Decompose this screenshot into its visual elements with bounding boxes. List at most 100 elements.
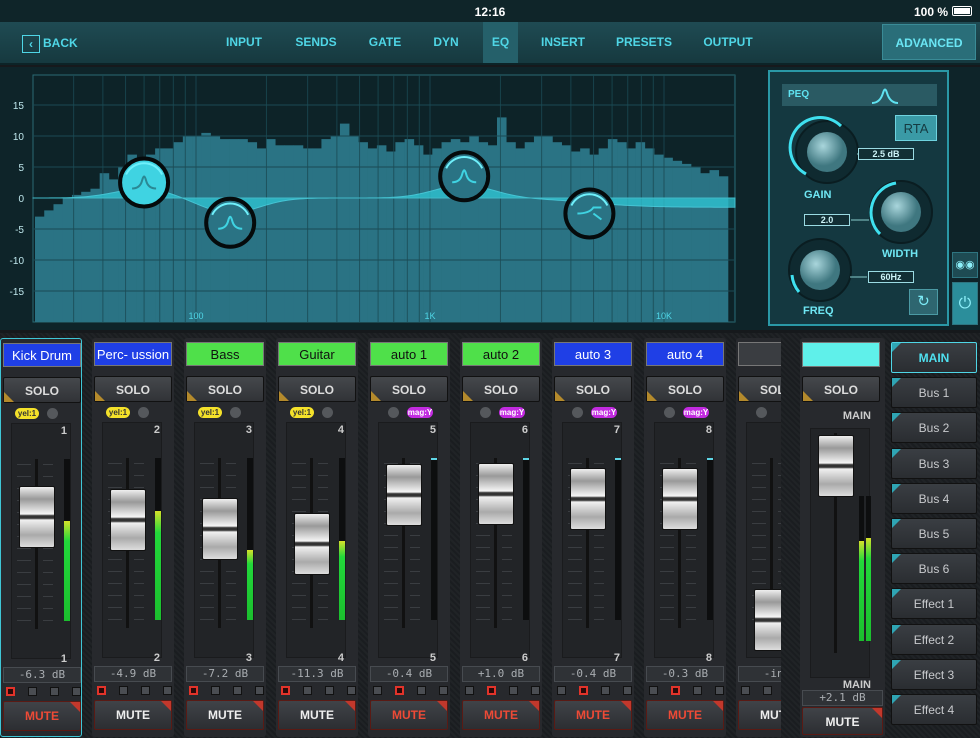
fader-db-readout[interactable]: -0.4 dB xyxy=(554,666,632,682)
channel-name[interactable]: auto 4 xyxy=(646,342,724,366)
route-toggle[interactable] xyxy=(163,686,172,695)
route-toggle[interactable] xyxy=(579,686,588,695)
gain-knob[interactable] xyxy=(788,116,859,184)
solo-button[interactable]: SOLO xyxy=(278,376,356,402)
solo-button[interactable]: SOLO xyxy=(554,376,632,402)
mute-button[interactable]: MUTE xyxy=(3,701,81,731)
channel-name[interactable]: auto 1 xyxy=(370,342,448,366)
route-toggle[interactable] xyxy=(141,686,150,695)
eq-power-button[interactable]: ⏻ xyxy=(952,282,978,325)
route-toggle[interactable] xyxy=(119,686,128,695)
fader-db-readout[interactable]: -0.4 dB xyxy=(370,666,448,682)
channel-name[interactable] xyxy=(738,342,781,366)
width-knob[interactable] xyxy=(869,180,933,244)
route-toggle[interactable] xyxy=(715,686,724,695)
fader-db-readout[interactable]: -0.3 dB xyxy=(646,666,724,682)
mute-button[interactable]: MUTE xyxy=(186,700,264,730)
bus-button-effect-1[interactable]: Effect 1 xyxy=(891,588,977,620)
route-toggle[interactable] xyxy=(347,686,356,695)
bus-button-bus-3[interactable]: Bus 3 xyxy=(891,447,977,479)
route-toggle[interactable] xyxy=(487,686,496,695)
route-toggle[interactable] xyxy=(601,686,610,695)
reset-button[interactable]: ↻ xyxy=(909,289,938,315)
solo-button[interactable]: SOLO xyxy=(646,376,724,402)
tab-output[interactable]: OUTPUT xyxy=(691,22,765,63)
fader-db-readout[interactable]: +1.0 dB xyxy=(462,666,540,682)
route-toggle[interactable] xyxy=(97,686,106,695)
tab-sends[interactable]: SENDS xyxy=(284,22,349,63)
eq-band-node-4[interactable] xyxy=(563,187,616,240)
solo-button[interactable]: SOLO xyxy=(462,376,540,402)
route-toggle[interactable] xyxy=(373,686,382,695)
bus-button-bus-5[interactable]: Bus 5 xyxy=(891,518,977,549)
route-toggle[interactable] xyxy=(233,686,242,695)
fader-handle[interactable] xyxy=(662,467,698,530)
mute-button[interactable]: MUTE xyxy=(646,700,724,730)
route-toggle[interactable] xyxy=(281,686,290,695)
fader-handle[interactable] xyxy=(19,486,55,549)
mute-button[interactable]: MUTE xyxy=(554,700,632,730)
fader-handle[interactable] xyxy=(478,462,514,525)
solo-button[interactable]: SOLO xyxy=(370,376,448,402)
advanced-button[interactable]: ADVANCED xyxy=(882,24,976,60)
mute-button[interactable]: MUTE xyxy=(802,707,883,735)
route-toggle[interactable] xyxy=(693,686,702,695)
route-toggle[interactable] xyxy=(623,686,632,695)
mute-button[interactable]: MUTE xyxy=(370,700,448,730)
fader-handle[interactable] xyxy=(754,589,781,651)
channel-name[interactable]: Kick Drum xyxy=(3,343,81,367)
solo-button[interactable]: SOLO xyxy=(738,376,781,402)
tab-gate[interactable]: GATE xyxy=(357,22,413,63)
solo-button[interactable]: SOLO xyxy=(94,376,172,402)
fader-handle[interactable] xyxy=(386,464,422,527)
channel-name[interactable]: Guitar xyxy=(278,342,356,366)
tab-input[interactable]: INPUT xyxy=(212,22,277,63)
route-toggle[interactable] xyxy=(189,686,198,695)
route-toggle[interactable] xyxy=(741,686,750,695)
mute-button[interactable]: MUTE xyxy=(738,700,781,730)
bus-button-bus-6[interactable]: Bus 6 xyxy=(891,553,977,585)
fader-db-readout[interactable]: -6.3 dB xyxy=(3,667,81,683)
mute-button[interactable]: MUTE xyxy=(462,700,540,730)
channel-name[interactable]: auto 2 xyxy=(462,342,540,366)
route-toggle[interactable] xyxy=(509,686,518,695)
fader-handle[interactable] xyxy=(202,498,238,561)
solo-button[interactable]: SOLO xyxy=(186,376,264,402)
route-toggle[interactable] xyxy=(211,686,220,695)
solo-button[interactable]: SOLO xyxy=(3,377,81,403)
bus-button-bus-1[interactable]: Bus 1 xyxy=(891,377,977,409)
bus-button-effect-2[interactable]: Effect 2 xyxy=(891,623,977,655)
channel-scroll-area[interactable]: Kick Drum SOLO yel:1 1 1 -6.3 dB MUTE Perc- uss… xyxy=(0,333,781,738)
route-toggle[interactable] xyxy=(255,686,264,695)
eq-band-node-3[interactable] xyxy=(438,150,491,203)
main-name[interactable] xyxy=(802,342,880,367)
route-toggle[interactable] xyxy=(417,686,426,695)
fader-handle[interactable] xyxy=(570,467,606,530)
fader-handle[interactable] xyxy=(818,435,854,497)
bus-button-effect-3[interactable]: Effect 3 xyxy=(891,658,977,690)
freq-value[interactable]: 60Hz xyxy=(868,271,914,283)
route-toggle[interactable] xyxy=(763,686,772,695)
bus-button-bus-2[interactable]: Bus 2 xyxy=(891,412,977,444)
fader-db-readout[interactable]: -11.3 dB xyxy=(278,666,356,682)
bus-button-bus-4[interactable]: Bus 4 xyxy=(891,482,977,514)
tab-dyn[interactable]: DYN xyxy=(423,22,470,63)
freq-knob[interactable] xyxy=(788,238,852,302)
fader-db-readout[interactable]: -7.2 dB xyxy=(186,666,264,682)
route-toggle[interactable] xyxy=(395,686,404,695)
mute-button[interactable]: MUTE xyxy=(94,700,172,730)
fader-db-readout[interactable]: +2.1 dB xyxy=(802,690,883,706)
bus-button-effect-4[interactable]: Effect 4 xyxy=(891,694,977,725)
eq-band-node-2[interactable] xyxy=(204,196,257,249)
width-value[interactable]: 2.0 xyxy=(804,214,850,226)
channel-name[interactable]: Perc- ussion xyxy=(94,342,172,366)
solo-button[interactable]: SOLO xyxy=(802,376,880,402)
route-toggle[interactable] xyxy=(465,686,474,695)
eq-band-node-1[interactable] xyxy=(118,156,171,209)
bus-button-main[interactable]: MAIN xyxy=(891,342,977,373)
back-button[interactable]: ‹ BACK xyxy=(22,32,78,54)
channel-name[interactable]: auto 3 xyxy=(554,342,632,366)
channel-name[interactable]: Bass xyxy=(186,342,264,366)
route-toggle[interactable] xyxy=(531,686,540,695)
route-toggle[interactable] xyxy=(325,686,334,695)
